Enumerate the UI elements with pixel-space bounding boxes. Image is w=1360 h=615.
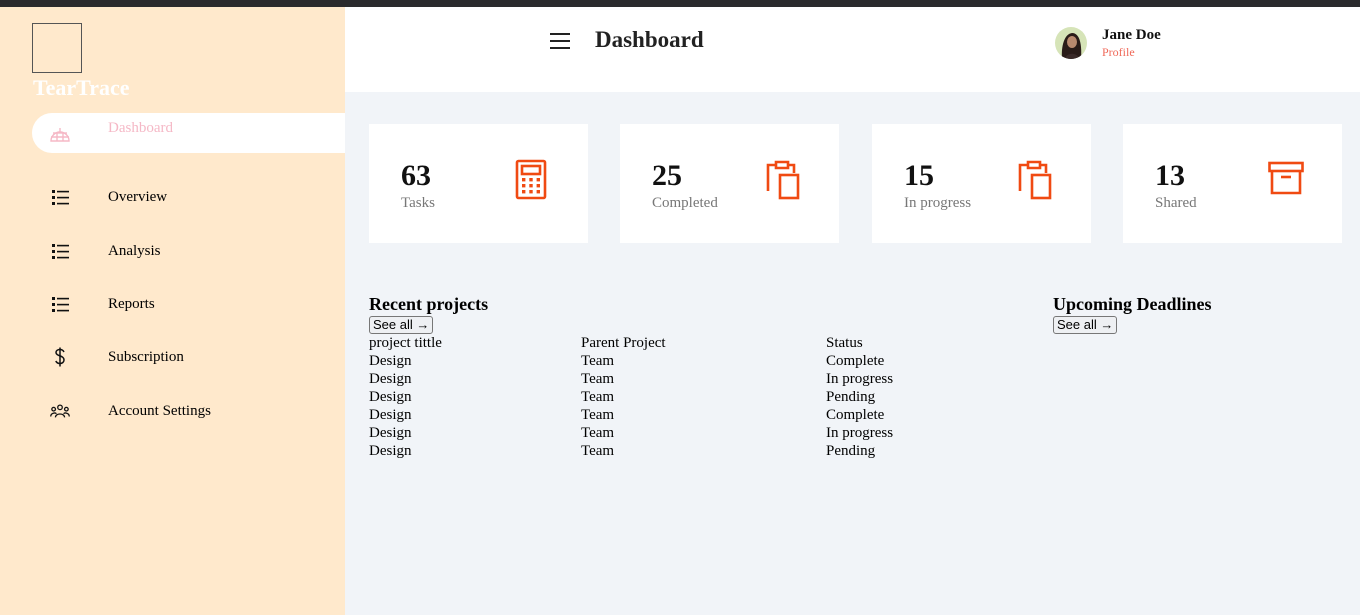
- stat-card-in-progress: 15 In progress: [872, 124, 1091, 243]
- sidebar-item-label: Subscription: [108, 348, 184, 365]
- stat-value: 63: [401, 159, 431, 192]
- igloo-icon: [50, 125, 70, 145]
- stat-label: Tasks: [401, 195, 435, 211]
- list-icon: [50, 187, 70, 207]
- sidebar: TearTrace Dashboard Overview Analysis Re…: [0, 7, 345, 615]
- stat-card-tasks: 63 Tasks: [369, 124, 588, 243]
- archive-icon: [1268, 159, 1304, 201]
- column-header: project tittle: [369, 335, 442, 351]
- status-cell: In progress: [826, 371, 894, 387]
- stat-label: In progress: [904, 195, 972, 211]
- parent-project-cell: Team: [581, 443, 615, 459]
- dollar-icon: [50, 347, 70, 367]
- user-name: Jane Doe: [1102, 27, 1161, 43]
- page-title: Dashboard: [595, 27, 704, 52]
- list-icon: [50, 294, 70, 314]
- recent-projects-see-all-button[interactable]: See all →: [369, 316, 434, 334]
- list-icon: [50, 241, 70, 261]
- sidebar-item-subscription[interactable]: Subscription: [32, 337, 345, 377]
- status-cell: Pending: [826, 389, 876, 405]
- parent-project-cell: Team: [581, 353, 615, 369]
- stat-value: 13: [1155, 159, 1185, 192]
- stat-card-shared: 13 Shared: [1123, 124, 1342, 243]
- stat-label: Shared: [1155, 195, 1197, 211]
- table-row: Design Team Complete: [369, 353, 969, 371]
- window-top-bar: [0, 0, 1360, 7]
- parent-project-cell: Team: [581, 425, 615, 441]
- stat-value: 15: [904, 159, 934, 192]
- hamburger-menu-icon[interactable]: [548, 31, 572, 51]
- avatar[interactable]: [1055, 27, 1087, 59]
- project-title-cell: Design: [369, 353, 412, 369]
- status-cell: Pending: [826, 443, 876, 459]
- users-icon: [50, 401, 70, 421]
- sidebar-item-analysis[interactable]: Analysis: [32, 231, 345, 271]
- top-header: Dashboard Jane Doe Profile: [345, 7, 1360, 92]
- project-title-cell: Design: [369, 389, 412, 405]
- status-cell: Complete: [826, 353, 885, 369]
- parent-project-cell: Team: [581, 407, 615, 423]
- sidebar-item-overview[interactable]: Overview: [32, 177, 345, 217]
- recent-projects-table: project tittle Parent Project Status Des…: [369, 335, 969, 461]
- table-row: Design Team Pending: [369, 443, 969, 461]
- sidebar-item-reports[interactable]: Reports: [32, 284, 345, 324]
- sidebar-item-label: Account Settings: [108, 402, 211, 419]
- sidebar-item-label: Reports: [108, 295, 155, 312]
- sidebar-item-dashboard[interactable]: Dashboard: [32, 113, 345, 153]
- column-header: Status: [826, 335, 863, 351]
- logo-placeholder: [32, 23, 82, 73]
- table-row: Design Team In progress: [369, 425, 969, 443]
- upcoming-deadlines-title: Upcoming Deadlines: [1053, 294, 1212, 314]
- sidebar-item-label: Overview: [108, 188, 168, 205]
- column-header: Parent Project: [581, 335, 666, 351]
- recent-projects-title: Recent projects: [369, 294, 489, 314]
- table-row: Design Team Complete: [369, 407, 969, 425]
- table-row: Design Team In progress: [369, 371, 969, 389]
- project-title-cell: Design: [369, 425, 412, 441]
- stat-card-completed: 25 Completed: [620, 124, 839, 243]
- parent-project-cell: Team: [581, 371, 615, 387]
- table-row: Design Team Pending: [369, 389, 969, 407]
- table-header-row: project tittle Parent Project Status: [369, 335, 969, 353]
- calculator-icon: [514, 159, 550, 201]
- project-title-cell: Design: [369, 371, 412, 387]
- brand-name: TearTrace: [33, 75, 130, 100]
- stat-label: Completed: [652, 195, 718, 211]
- clipboard-icon: [765, 159, 801, 201]
- status-cell: Complete: [826, 407, 885, 423]
- project-title-cell: Design: [369, 407, 412, 423]
- project-title-cell: Design: [369, 443, 412, 459]
- status-cell: In progress: [826, 425, 894, 441]
- upcoming-deadlines-see-all-button[interactable]: See all →: [1053, 316, 1118, 334]
- parent-project-cell: Team: [581, 389, 615, 405]
- sidebar-item-label: Analysis: [108, 242, 161, 259]
- clipboard-icon: [1017, 159, 1053, 201]
- stat-value: 25: [652, 159, 682, 192]
- sidebar-item-account-settings[interactable]: Account Settings: [32, 391, 345, 431]
- sidebar-item-label: Dashboard: [108, 120, 173, 136]
- profile-link[interactable]: Profile: [1102, 45, 1135, 60]
